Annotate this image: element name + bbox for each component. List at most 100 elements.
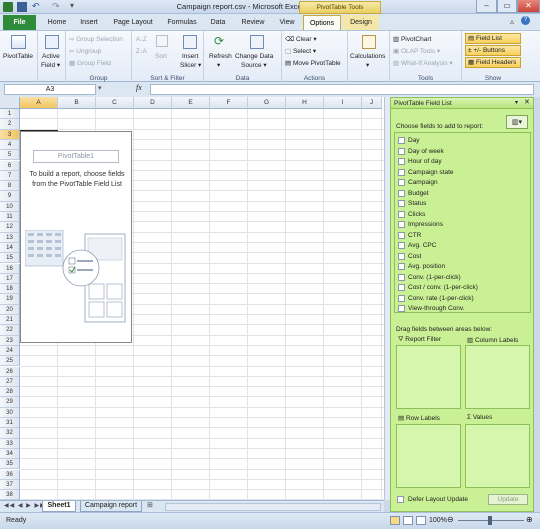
row-header[interactable]: 30 <box>0 407 20 418</box>
undo-icon[interactable]: ↶ <box>32 1 40 12</box>
zoom-in-icon[interactable]: ⊕ <box>526 515 533 524</box>
row-header[interactable]: 31 <box>0 418 20 429</box>
row-header[interactable]: 36 <box>0 469 20 480</box>
tab-options[interactable]: Options <box>303 15 341 30</box>
field-checkbox[interactable] <box>398 168 405 176</box>
field-layout-icon[interactable]: ▥▾ <box>506 115 528 129</box>
field-checkbox[interactable] <box>398 137 405 144</box>
refresh-icon[interactable]: ⟳ <box>214 34 224 48</box>
field-list-options-icon[interactable]: ▾ <box>515 99 518 106</box>
group-selection-button[interactable]: ⇨ Group Selection <box>69 35 123 43</box>
sort-icon[interactable] <box>156 35 168 47</box>
redo-icon[interactable]: ↷ <box>52 1 60 12</box>
field-checkbox[interactable] <box>398 305 405 312</box>
row-header[interactable]: 5 <box>0 150 20 161</box>
row-header[interactable]: 11 <box>0 212 20 223</box>
field-item[interactable]: CTR <box>398 231 528 241</box>
column-header[interactable]: H <box>286 97 324 109</box>
field-item[interactable]: Cost / conv. (1-per-click) <box>398 283 528 293</box>
insert-slicer-label1[interactable]: Insert <box>182 53 198 60</box>
field-checkbox[interactable] <box>398 252 405 260</box>
field-item[interactable]: Clicks <box>398 210 528 220</box>
zoom-out-icon[interactable]: ⊖ <box>447 515 454 524</box>
olap-tools-button[interactable]: ▣ OLAP Tools ▾ <box>393 47 440 55</box>
tab-view[interactable]: View <box>273 15 301 30</box>
row-header[interactable]: 10 <box>0 201 20 212</box>
zoom-slider-thumb[interactable] <box>488 516 492 525</box>
row-labels-area[interactable] <box>396 424 461 488</box>
row-header[interactable]: 29 <box>0 397 20 408</box>
field-item[interactable]: Day <box>398 136 528 146</box>
row-header[interactable]: 21 <box>0 315 20 326</box>
insert-slicer-icon[interactable] <box>183 35 197 49</box>
field-checkbox[interactable] <box>398 210 405 218</box>
insert-slicer-label2[interactable]: Slicer ▾ <box>180 61 201 69</box>
row-header[interactable]: 23 <box>0 335 20 346</box>
field-checkbox[interactable] <box>398 158 405 165</box>
column-header[interactable]: D <box>134 97 172 109</box>
row-header[interactable]: 20 <box>0 304 20 315</box>
defer-layout-checkbox[interactable] <box>397 496 404 503</box>
tab-data[interactable]: Data <box>205 15 231 30</box>
minimize-ribbon-icon[interactable]: ▵ <box>510 17 514 26</box>
active-field-label1[interactable]: Active <box>42 53 60 60</box>
row-header[interactable]: 1 <box>0 109 20 120</box>
pivotchart-button[interactable]: ▥ PivotChart <box>393 35 431 43</box>
field-list-close-icon[interactable]: ✕ <box>524 98 530 106</box>
refresh-label1[interactable]: Refresh <box>209 53 232 60</box>
close-button[interactable]: ✕ <box>517 0 540 13</box>
row-header[interactable]: 32 <box>0 428 20 439</box>
tab-insert[interactable]: Insert <box>74 15 104 30</box>
row-header[interactable]: 25 <box>0 356 20 367</box>
row-header[interactable]: 38 <box>0 490 20 500</box>
active-field-label2[interactable]: Field ▾ <box>41 61 60 69</box>
column-header[interactable]: I <box>324 97 362 109</box>
calculations-label2[interactable]: ▾ <box>366 61 369 69</box>
select-all-corner[interactable] <box>0 97 20 109</box>
plusminus-buttons-toggle[interactable]: ± +/- Buttons <box>465 45 521 56</box>
field-item[interactable]: View-through Conv. <box>398 304 528 314</box>
sort-az-button[interactable]: A↓Z <box>136 37 147 43</box>
field-checkbox[interactable] <box>398 221 405 228</box>
values-area[interactable] <box>465 424 530 488</box>
field-item[interactable]: Day of week <box>398 147 528 157</box>
row-header[interactable]: 34 <box>0 448 20 460</box>
field-checkbox[interactable] <box>398 284 405 291</box>
row-header[interactable]: 26 <box>0 366 20 377</box>
row-header[interactable]: 24 <box>0 345 20 357</box>
field-item[interactable]: Avg. CPC <box>398 241 528 251</box>
field-item[interactable]: Avg. position <box>398 262 528 272</box>
column-header[interactable]: A <box>20 97 58 109</box>
insert-function-icon[interactable]: fx <box>136 83 142 92</box>
field-checkbox[interactable] <box>398 242 405 249</box>
change-source-label2[interactable]: Source ▾ <box>241 61 267 69</box>
field-list-toggle[interactable]: ▤ Field List <box>465 33 521 44</box>
horizontal-scrollbar[interactable] <box>165 503 381 511</box>
active-field-icon[interactable] <box>45 35 59 49</box>
worksheet-grid[interactable]: ABCDEFGHIJ 1 2 3 4 5 6 7 8 9 10 11 12 13 14 15 16 17 18 19… <box>0 97 384 500</box>
field-checkbox[interactable] <box>398 189 405 197</box>
row-header[interactable]: 22 <box>0 325 20 336</box>
help-icon[interactable]: ? <box>521 16 530 25</box>
field-checkbox[interactable] <box>398 273 405 281</box>
refresh-label2[interactable]: ▾ <box>217 61 220 69</box>
select-button[interactable]: ⬚ Select ▾ <box>285 47 316 55</box>
field-headers-toggle[interactable]: ▦ Field Headers <box>465 57 521 68</box>
sort-za-button[interactable]: Z↓A <box>136 49 147 55</box>
field-checkbox[interactable] <box>398 179 405 186</box>
row-header[interactable]: 9 <box>0 191 20 202</box>
normal-view-icon[interactable] <box>390 516 400 525</box>
column-header[interactable]: B <box>58 97 96 109</box>
page-break-view-icon[interactable] <box>416 516 426 525</box>
name-box[interactable]: A3 <box>4 84 96 95</box>
field-item[interactable]: Campaign state <box>398 168 528 178</box>
pivot-placeholder[interactable]: PivotTable1 To build a report, choose fi… <box>20 131 132 343</box>
field-checkbox[interactable] <box>398 147 405 155</box>
change-source-label1[interactable]: Change Data <box>235 53 273 60</box>
field-item[interactable]: Status <box>398 199 528 209</box>
field-checkbox[interactable] <box>398 263 405 270</box>
column-header[interactable]: C <box>96 97 134 109</box>
page-layout-view-icon[interactable] <box>403 516 413 525</box>
row-header[interactable]: 3 <box>0 129 20 140</box>
sort-button[interactable]: Sort <box>155 53 167 60</box>
